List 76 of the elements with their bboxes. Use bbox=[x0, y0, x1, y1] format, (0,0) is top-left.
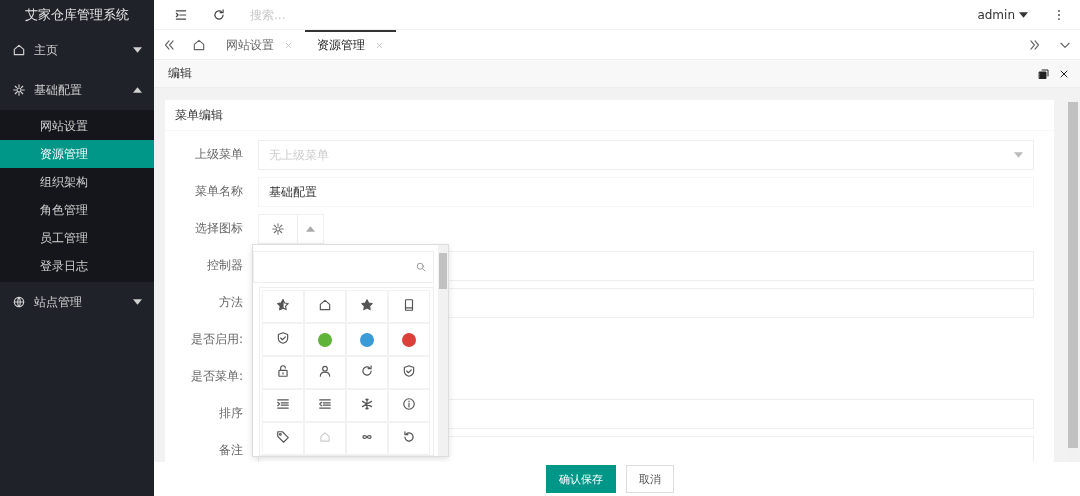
home-icon bbox=[12, 43, 26, 57]
dialog-title: 编辑 bbox=[168, 65, 193, 82]
shield-check-icon bbox=[402, 364, 416, 378]
outdent-icon bbox=[318, 397, 332, 411]
icon-option[interactable] bbox=[304, 356, 346, 389]
icon-option[interactable] bbox=[262, 422, 304, 455]
home-icon[interactable] bbox=[192, 37, 206, 52]
field-label: 方法 bbox=[218, 294, 244, 311]
submenu-item[interactable]: 登录日志 bbox=[0, 252, 154, 280]
tag-icon bbox=[276, 430, 290, 444]
submenu-item[interactable]: 资源管理 bbox=[0, 140, 154, 168]
scrollbar[interactable] bbox=[438, 245, 448, 456]
double-right-icon[interactable] bbox=[1028, 37, 1042, 52]
restore-icon[interactable] bbox=[1038, 67, 1050, 80]
user-icon bbox=[318, 364, 332, 378]
icon-option[interactable] bbox=[388, 356, 430, 389]
field-label: 菜单名称 bbox=[194, 183, 244, 200]
menu-item[interactable]: 主页 bbox=[0, 30, 154, 70]
lock-icon bbox=[276, 364, 290, 378]
icon-option[interactable] bbox=[346, 290, 388, 323]
tab[interactable]: 网站设置 bbox=[214, 30, 305, 59]
field-label: 选择图标 bbox=[194, 220, 244, 237]
icon-option[interactable] bbox=[388, 290, 430, 323]
snowflake-icon bbox=[360, 397, 374, 411]
submenu-item[interactable]: 角色管理 bbox=[0, 196, 154, 224]
field-label: 控制器 bbox=[206, 257, 244, 274]
save-button[interactable]: 确认保存 bbox=[546, 465, 616, 493]
shield-check-icon bbox=[276, 331, 290, 345]
field-label: 备注 bbox=[218, 442, 244, 459]
gear-icon bbox=[12, 83, 26, 97]
icon-option[interactable] bbox=[262, 356, 304, 389]
caret-icon bbox=[1014, 152, 1023, 158]
caret-icon bbox=[306, 226, 315, 232]
menu-fold-icon[interactable] bbox=[174, 7, 188, 22]
icon-option[interactable] bbox=[304, 290, 346, 323]
rotate-icon bbox=[402, 430, 416, 444]
input-field[interactable]: 基础配置 bbox=[258, 177, 1034, 207]
field-label: 上级菜单 bbox=[194, 146, 244, 163]
caret-icon bbox=[1019, 11, 1028, 18]
icon-option[interactable] bbox=[388, 323, 430, 356]
gear-icon bbox=[271, 222, 285, 236]
icon-option[interactable] bbox=[262, 323, 304, 356]
icon-option[interactable] bbox=[388, 422, 430, 455]
search-field[interactable] bbox=[253, 251, 434, 283]
icon-option[interactable] bbox=[346, 323, 388, 356]
refresh-icon[interactable] bbox=[212, 7, 226, 22]
refresh-icon bbox=[360, 364, 374, 378]
field-label: 是否菜单: bbox=[189, 368, 244, 385]
menu-item[interactable]: 站点管理 bbox=[0, 282, 154, 322]
half-star-icon bbox=[276, 298, 290, 312]
globe-icon bbox=[12, 295, 26, 309]
app-title: 艾家仓库管理系统 bbox=[24, 6, 130, 24]
close-icon bbox=[284, 41, 293, 50]
cancel-button[interactable]: 取消 bbox=[626, 465, 674, 493]
icon-option[interactable] bbox=[346, 389, 388, 422]
submenu-item[interactable]: 组织架构 bbox=[0, 168, 154, 196]
card-title: 菜单编辑 bbox=[165, 100, 1054, 131]
tablet-icon bbox=[402, 298, 416, 312]
submenu-item[interactable]: 员工管理 bbox=[0, 224, 154, 252]
home-icon bbox=[318, 298, 332, 312]
icon-option[interactable] bbox=[346, 356, 388, 389]
star-icon bbox=[360, 298, 374, 312]
icon-option[interactable] bbox=[304, 389, 346, 422]
icon-option[interactable] bbox=[262, 290, 304, 323]
double-left-icon[interactable] bbox=[162, 37, 176, 52]
user-menu[interactable]: admin bbox=[977, 7, 1028, 22]
close-icon bbox=[375, 41, 384, 50]
info-icon bbox=[402, 397, 416, 411]
menu-item[interactable]: 基础配置 bbox=[0, 70, 154, 110]
indent-icon bbox=[276, 397, 290, 411]
field-label: 是否启用: bbox=[189, 331, 244, 348]
search-icon bbox=[415, 261, 427, 273]
field-label: 排序 bbox=[218, 405, 244, 422]
icon-option[interactable] bbox=[262, 389, 304, 422]
home-icon bbox=[318, 430, 332, 444]
submenu-item[interactable]: 网站设置 bbox=[0, 112, 154, 140]
